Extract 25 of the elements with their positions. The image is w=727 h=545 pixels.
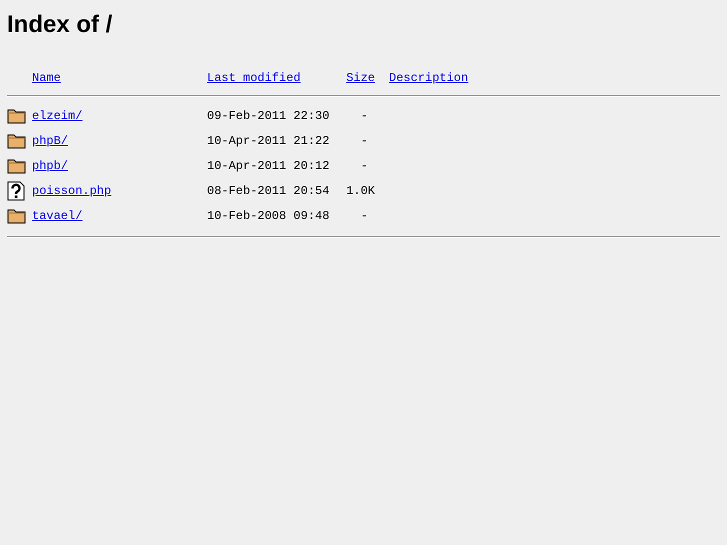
folder-icon (7, 106, 27, 124)
folder-link[interactable]: tavael/ (32, 208, 82, 222)
folder-icon (7, 156, 27, 174)
modified-date: 09-Feb-2011 22:30 (207, 108, 330, 122)
unknown-file-icon (7, 180, 25, 200)
page-title: Index of / (7, 11, 112, 39)
folder-icon (7, 132, 27, 150)
folder-link[interactable]: phpB/ (32, 134, 68, 148)
column-header-link[interactable]: Last modified (207, 71, 301, 85)
modified-date: 10-Apr-2011 21:22 (207, 134, 330, 148)
folder-link[interactable]: elzeim/ (32, 108, 82, 122)
file-size: - (360, 208, 368, 222)
modified-date: 10-Feb-2008 09:48 (207, 208, 330, 222)
file-size: - (360, 158, 368, 172)
folder-link[interactable]: phpb/ (32, 158, 68, 172)
column-header-link[interactable]: Name (32, 71, 61, 85)
folder-icon (7, 206, 27, 224)
modified-date: 10-Apr-2011 20:12 (207, 158, 330, 172)
file-size: 1.0K (346, 184, 375, 198)
column-header-link[interactable]: Size (346, 71, 375, 85)
file-link[interactable]: poisson.php (32, 184, 112, 198)
file-size: - (360, 108, 368, 122)
file-size: - (360, 134, 368, 148)
column-header-link[interactable]: Description (389, 71, 468, 85)
modified-date: 08-Feb-2011 20:54 (207, 184, 330, 198)
